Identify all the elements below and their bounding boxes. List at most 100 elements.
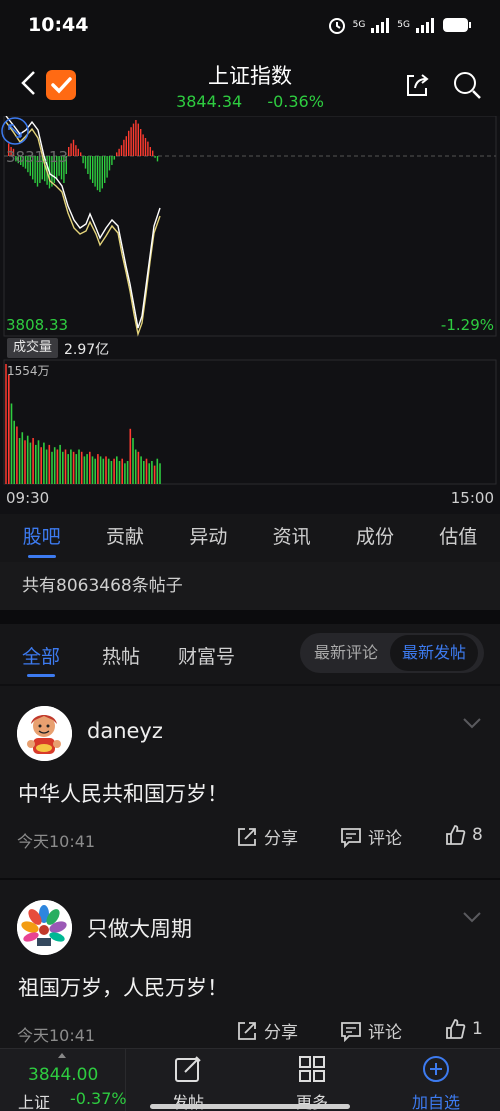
avatar[interactable] [17, 706, 72, 761]
volume-bar [64, 449, 67, 484]
volume-bar [67, 454, 69, 484]
volume-bar [159, 463, 161, 484]
price-diff-bar [135, 120, 137, 156]
price-diff-bar [75, 145, 77, 156]
share-button[interactable]: 分享 [236, 824, 298, 849]
intraday-chart[interactable]: 3831.13 3808.33 -1.29% 成交量 2.97亿 1554万 0… [0, 116, 500, 514]
tab-valuation[interactable]: 估值 [417, 514, 500, 562]
like-count: 1 [472, 1019, 483, 1039]
price-diff-bar [125, 136, 127, 156]
like-button[interactable]: 8 [444, 824, 483, 846]
volume-bar [16, 426, 18, 484]
post-text[interactable]: 中华人民共和国万岁！ [18, 778, 228, 808]
sort-latest-post[interactable]: 最新发帖 [390, 635, 479, 671]
chevron-down-icon[interactable] [462, 716, 482, 730]
add-watchlist-label: 加自选 [411, 1093, 460, 1111]
comment-label: 评论 [368, 1023, 402, 1043]
like-button[interactable]: 1 [444, 1018, 483, 1040]
subtab-hot[interactable]: 热帖 [102, 642, 140, 669]
price-diff-bar [118, 148, 120, 156]
price-diff-bar [87, 156, 89, 174]
post-card[interactable]: 只做大周期 祖国万岁，人民万岁！ 今天10:41 分享 评论 1 [0, 880, 500, 1048]
volume-bar [132, 438, 134, 484]
grid-icon [299, 1056, 325, 1082]
share-icon [238, 1021, 256, 1040]
expand-icon[interactable] [0, 116, 30, 146]
post-card[interactable]: daneyz 中华人民共和国万岁！ 今天10:41 分享 评论 8 [0, 686, 500, 878]
volume-bar [97, 454, 99, 484]
thumbs-up-icon [446, 825, 466, 845]
volume-tag[interactable]: 成交量 [7, 338, 59, 358]
comment-icon [341, 1021, 361, 1042]
volume-bar [99, 456, 102, 484]
comment-button[interactable]: 评论 [340, 824, 402, 849]
price-diff-bar [140, 129, 142, 156]
tab-guba[interactable]: 股吧 [0, 514, 83, 562]
volume-bar [62, 451, 64, 484]
search-icon[interactable] [452, 70, 482, 100]
subtab-wealth[interactable]: 财富号 [178, 642, 235, 669]
ticker-pct: -0.37% [70, 1089, 127, 1108]
volume-bar [121, 458, 123, 484]
volume-bar [126, 461, 129, 484]
volume-bar [118, 461, 121, 484]
volume-bar [110, 461, 113, 484]
price-diff-bar [82, 156, 84, 164]
volume-bar [53, 447, 56, 484]
ticker-summary[interactable]: 3844.00 上证 -0.37% [0, 1049, 127, 1111]
price-diff-bar [120, 145, 123, 156]
post-time: 今天10:41 [17, 1026, 96, 1045]
header: 上证指数 3844.34 -0.36% [0, 50, 500, 116]
tab-contribution[interactable]: 贡献 [83, 514, 166, 562]
price-diff-bar [99, 156, 101, 192]
tab-news[interactable]: 资讯 [250, 514, 333, 562]
more-button[interactable]: 更多 [250, 1049, 374, 1111]
volume-bar [148, 463, 150, 484]
avatar[interactable] [17, 900, 72, 955]
price-diff-bar [68, 147, 70, 156]
volume-bar [32, 438, 34, 484]
index-change-pct: -0.36% [267, 92, 324, 111]
price-diff-bar [130, 127, 132, 156]
volume-bar [35, 444, 37, 484]
chevron-down-icon[interactable] [462, 910, 482, 924]
share-label: 分享 [264, 1023, 298, 1043]
tab-movement[interactable]: 异动 [167, 514, 250, 562]
post-text[interactable]: 祖国万岁，人民万岁！ [18, 972, 228, 1002]
add-watchlist-button[interactable]: 加自选 [374, 1049, 498, 1111]
share-icon [238, 827, 256, 846]
price-diff-bar [84, 156, 87, 169]
comment-icon [341, 827, 361, 848]
subtab-all[interactable]: 全部 [22, 642, 60, 677]
time-end-label: 15:00 [450, 489, 494, 507]
volume-bar [40, 447, 42, 484]
username[interactable]: daneyz [87, 719, 163, 743]
post-filter-bar: 全部 热帖 财富号 最新评论 最新发帖 [0, 624, 500, 684]
volume-bar [107, 458, 110, 484]
comment-button[interactable]: 评论 [340, 1018, 402, 1043]
price-diff-bar [116, 152, 118, 156]
status-time: 10:44 [28, 14, 89, 36]
post-count: 共有8063468条帖子 [0, 562, 500, 610]
price-diff-bar [128, 130, 130, 156]
volume-bar [134, 449, 137, 484]
volume-bar [29, 442, 32, 484]
sort-latest-comment[interactable]: 最新评论 [302, 635, 390, 671]
username[interactable]: 只做大周期 [87, 913, 192, 943]
price-diff-bar [154, 156, 156, 158]
post-button[interactable]: 发帖 [126, 1049, 250, 1111]
price-diff-bar [89, 156, 91, 180]
price-diff-bar [123, 139, 125, 156]
volume-bar [80, 451, 83, 484]
volume-value: 2.97亿 [64, 342, 110, 358]
price-diff-bar [152, 150, 154, 156]
thumbs-up-icon [446, 1019, 466, 1039]
signal-icon [371, 18, 390, 33]
share-icon[interactable] [402, 70, 432, 100]
volume-bar [137, 451, 140, 484]
price-diff-bar [104, 156, 106, 183]
price-diff-bar [147, 141, 149, 156]
share-button[interactable]: 分享 [236, 1018, 298, 1043]
tab-components[interactable]: 成份 [333, 514, 416, 562]
volume-bar [51, 451, 53, 484]
